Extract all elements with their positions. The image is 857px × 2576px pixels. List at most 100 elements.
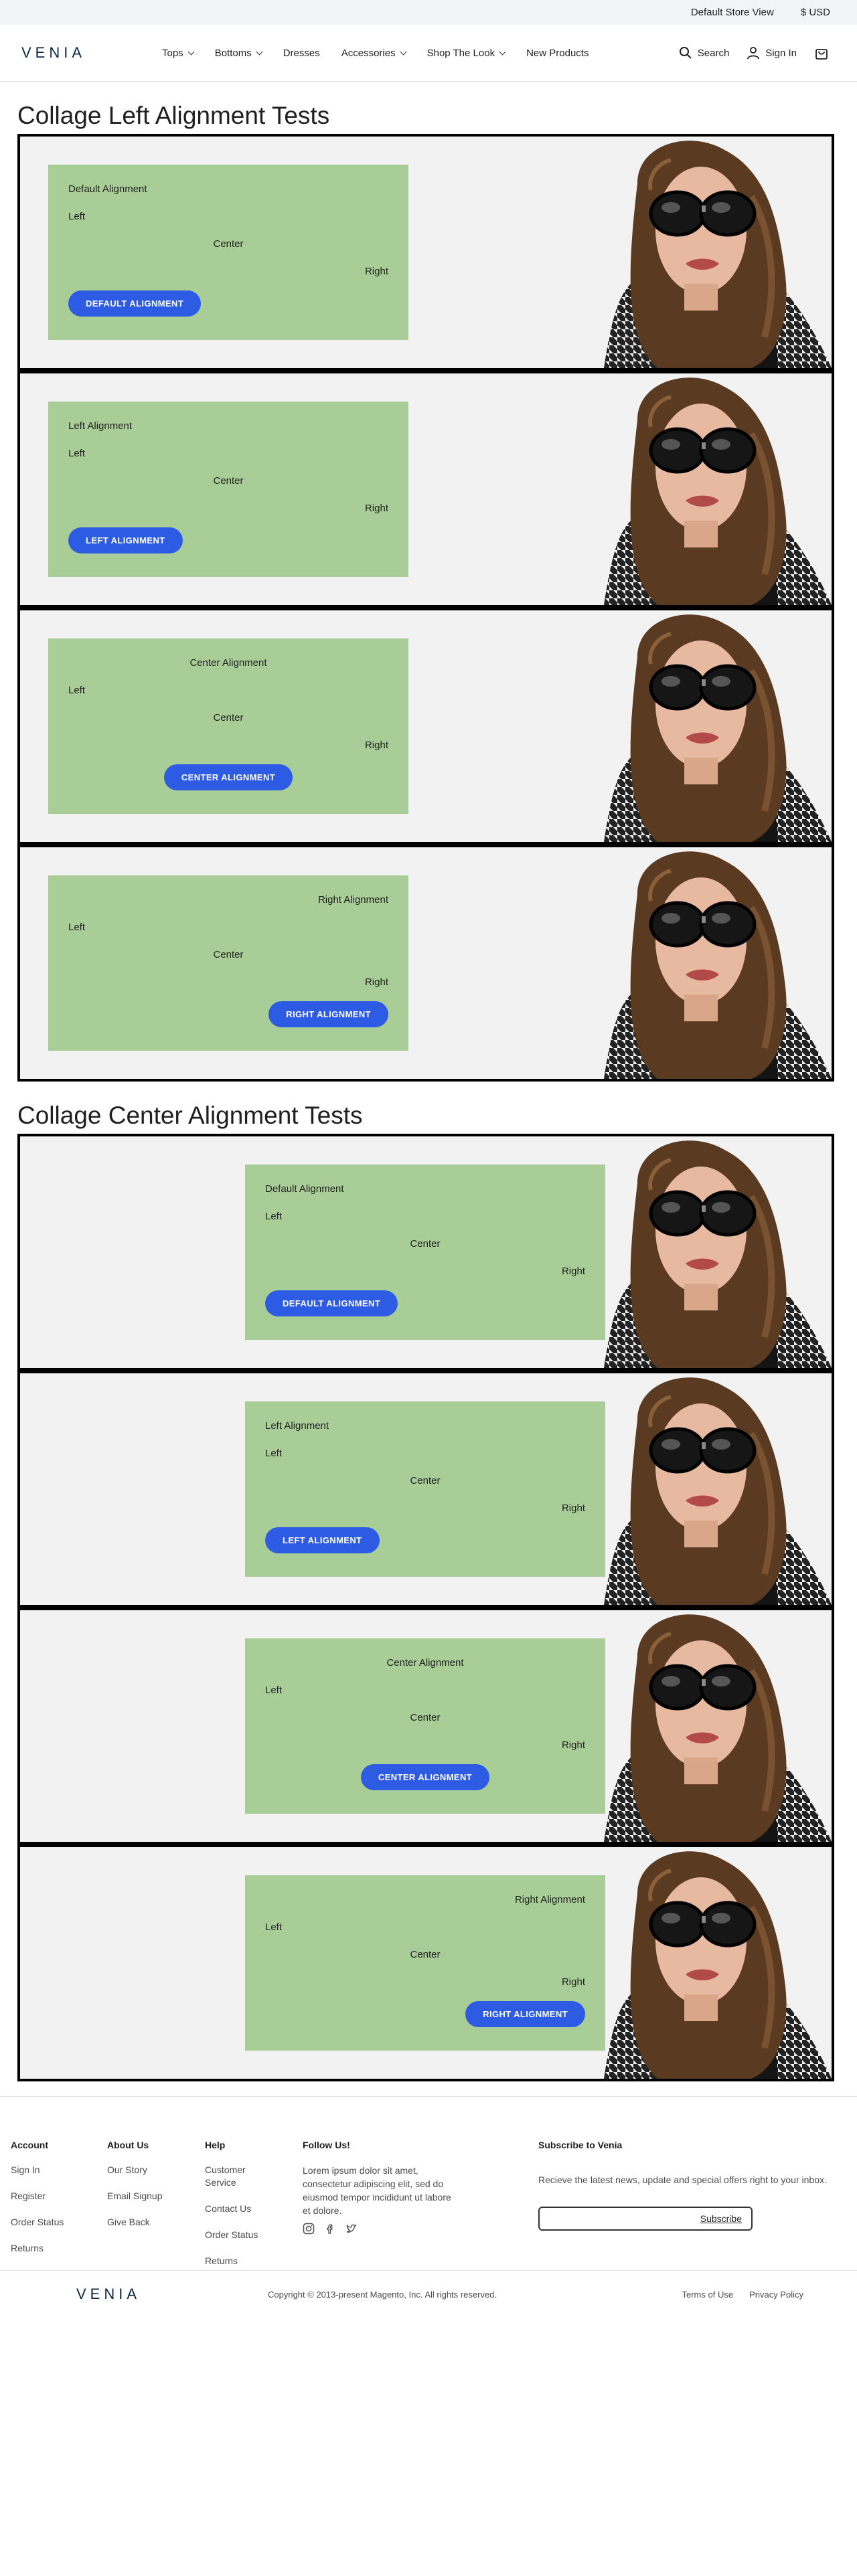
text-right: Right [561, 1739, 585, 1751]
currency-switcher[interactable]: $ USD [801, 7, 830, 18]
footer-link[interactable]: Customer Service [205, 2164, 265, 2189]
text-center: Center [213, 712, 244, 723]
chevron-down-icon [400, 48, 407, 55]
section-title: Collage Center Alignment Tests [17, 1102, 363, 1129]
text-left: Left [68, 685, 86, 696]
text-right: Right [364, 740, 388, 751]
instagram-icon[interactable] [303, 2223, 315, 2235]
collage-heading: Default Alignment [265, 1183, 344, 1195]
left-alignment-button[interactable]: LEFT ALIGNMENT [68, 527, 183, 553]
text-right: Right [561, 1976, 585, 1988]
terms-link[interactable]: Terms of Use [682, 2290, 734, 2300]
nav-label: Accessories [341, 47, 396, 59]
collage-heading: Left Alignment [265, 1420, 329, 1432]
default-alignment-button[interactable]: DEFAULT ALIGNMENT [265, 1290, 398, 1316]
text-left: Left [265, 1685, 283, 1696]
collage-row: Right Alignment Left Center Right RIGHT … [20, 1847, 832, 2079]
footer-help: Help Customer Service Contact Us Order S… [205, 2140, 265, 2281]
footer-link[interactable]: Sign In [11, 2164, 64, 2176]
section-title: Collage Left Alignment Tests [17, 102, 330, 129]
collage-overlay: Left Alignment Left Center Right LEFT AL… [245, 1401, 605, 1577]
text-center: Center [410, 1238, 441, 1250]
text-left: Left [265, 1211, 283, 1222]
collage-overlay: Left Alignment Left Center Right LEFT AL… [48, 402, 408, 577]
footer-link[interactable]: Contact Us [205, 2203, 265, 2215]
footer-link[interactable]: Returns [11, 2242, 64, 2255]
model-image [577, 373, 832, 605]
text-right: Right [364, 976, 388, 988]
left-alignment-button[interactable]: LEFT ALIGNMENT [265, 1527, 380, 1553]
model-image [577, 1373, 832, 1605]
collage-center-frame: Default Alignment Left Center Right DEFA… [17, 1134, 834, 2081]
model-image [577, 610, 832, 842]
collage-row: Left Alignment Left Center Right LEFT AL… [20, 1373, 832, 1610]
footer-logo[interactable]: VENIA [76, 2286, 141, 2303]
footer-link[interactable]: Our Story [107, 2164, 163, 2176]
model-image [577, 1847, 832, 2079]
model-image [577, 1136, 832, 1368]
section-center-alignment: Collage Center Alignment Tests Default A… [0, 1102, 857, 2081]
collage-overlay: Center Alignment Left Center Right CENTE… [48, 638, 408, 814]
footer-heading: Help [205, 2140, 226, 2150]
collage-heading: Center Alignment [386, 1657, 464, 1668]
collage-row: Center Alignment Left Center Right CENTE… [20, 610, 832, 847]
copyright: Copyright © 2013-present Magento, Inc. A… [268, 2289, 497, 2300]
text-right: Right [364, 266, 388, 277]
privacy-link[interactable]: Privacy Policy [749, 2290, 803, 2300]
text-left: Left [68, 922, 86, 933]
text-right: Right [561, 1502, 585, 1514]
collage-overlay: Right Alignment Left Center Right RIGHT … [48, 875, 408, 1051]
text-left: Left [265, 1921, 283, 1933]
footer-bottom: VENIA Copyright © 2013-present Magento, … [0, 2270, 857, 2318]
search-button[interactable]: Search [679, 46, 729, 60]
footer-heading: Account [11, 2140, 48, 2150]
footer-link[interactable]: Order Status [11, 2216, 64, 2229]
footer-follow-text: Lorem ipsum dolor sit amet, consectetur … [303, 2165, 451, 2216]
nav-new-products[interactable]: New Products [526, 48, 589, 59]
footer-subscribe-text: Recieve the latest news, update and spec… [538, 2174, 827, 2185]
nav-accessories[interactable]: Accessories [341, 47, 407, 59]
subscribe-input[interactable]: Subscribe [538, 2207, 753, 2231]
site-logo[interactable]: VENIA [21, 44, 162, 62]
nav-shop-the-look[interactable]: Shop The Look [426, 47, 506, 59]
collage-heading: Default Alignment [68, 183, 147, 195]
center-alignment-button[interactable]: CENTER ALIGNMENT [163, 764, 293, 790]
collage-row: Default Alignment Left Center Right DEFA… [20, 137, 832, 373]
text-center: Center [213, 475, 244, 487]
collage-row: Left Alignment Left Center Right LEFT AL… [20, 373, 832, 610]
nav-bottoms[interactable]: Bottoms [214, 47, 263, 59]
nav-label: Bottoms [214, 47, 252, 59]
footer-link[interactable]: Register [11, 2190, 64, 2203]
right-alignment-button[interactable]: RIGHT ALIGNMENT [268, 1001, 388, 1027]
model-image [577, 847, 832, 1079]
subscribe-button[interactable]: Subscribe [700, 2213, 742, 2224]
default-alignment-button[interactable]: DEFAULT ALIGNMENT [68, 290, 202, 317]
text-right: Right [364, 503, 388, 514]
site-footer: Account Sign In Register Order Status Re… [0, 2096, 857, 2270]
footer-link[interactable]: Email Signup [107, 2190, 163, 2203]
model-image [577, 1610, 832, 1842]
social-links [303, 2223, 457, 2235]
sign-in-button[interactable]: Sign In [747, 46, 797, 60]
footer-follow: Follow Us! Lorem ipsum dolor sit amet, c… [303, 2140, 457, 2235]
footer-link[interactable]: Give Back [107, 2216, 163, 2229]
cart-button[interactable] [814, 46, 829, 60]
center-alignment-button[interactable]: CENTER ALIGNMENT [360, 1764, 490, 1790]
collage-heading: Right Alignment [317, 894, 388, 906]
store-switcher[interactable]: Default Store View [691, 7, 774, 18]
nav-label: Tops [162, 47, 183, 59]
nav-dresses[interactable]: Dresses [283, 48, 320, 59]
twitter-icon[interactable] [345, 2223, 358, 2235]
right-alignment-button[interactable]: RIGHT ALIGNMENT [465, 2001, 585, 2027]
collage-overlay: Right Alignment Left Center Right RIGHT … [245, 1875, 605, 2051]
nav-label: Shop The Look [426, 47, 495, 59]
text-center: Center [213, 949, 244, 960]
facebook-icon[interactable] [324, 2223, 336, 2235]
footer-link[interactable]: Order Status [205, 2229, 265, 2241]
nav-tops[interactable]: Tops [162, 47, 195, 59]
collage-left-frame: Default Alignment Left Center Right DEFA… [17, 134, 834, 1082]
model-image [577, 137, 832, 368]
user-icon [747, 47, 760, 60]
footer-link[interactable]: Returns [205, 2255, 265, 2267]
footer-heading: Follow Us! [303, 2140, 350, 2150]
